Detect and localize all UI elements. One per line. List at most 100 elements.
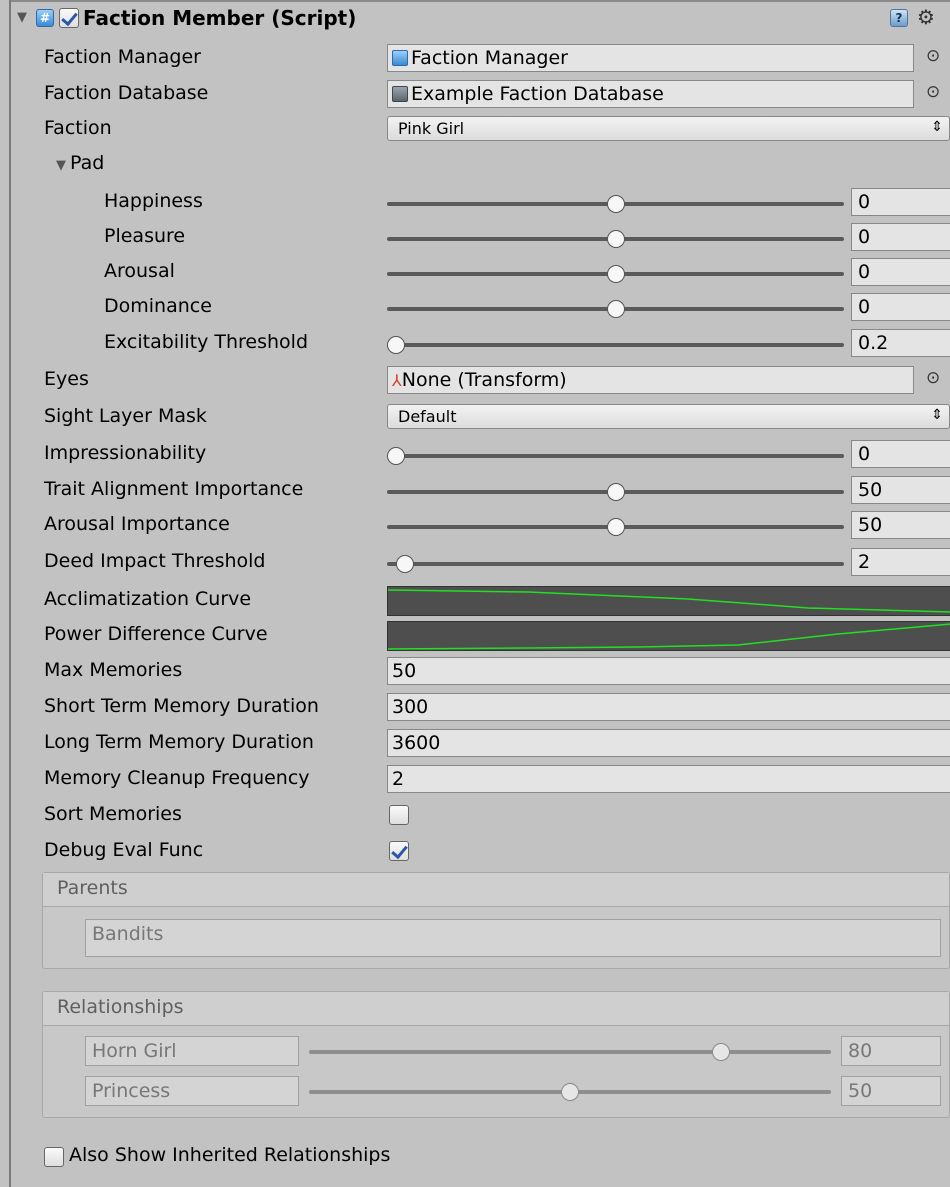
arousal-importance-value-field[interactable]: 50 — [851, 511, 950, 539]
component-title: Faction Member (Script) — [83, 6, 357, 30]
sort-memories-label: Sort Memories — [44, 803, 182, 825]
pad-foldout-label-wrap: ▼ Pad — [56, 152, 104, 174]
relationships-list: Relationships Horn Girl 80 Princess 50 — [42, 991, 950, 1118]
eyes-label: Eyes — [44, 368, 89, 390]
eyes-row: Eyes ⅄None (Transform) ⊙ — [11, 364, 950, 399]
dominance-slider-thumb[interactable] — [606, 300, 625, 318]
updown-arrow-icon: ⇕ — [931, 119, 943, 135]
deed-impact-threshold-slider-thumb[interactable] — [395, 555, 414, 573]
object-picker-icon[interactable]: ⊙ — [926, 46, 940, 66]
short-term-memory-duration-field[interactable]: 300 — [387, 693, 950, 721]
trait-alignment-importance-value-field[interactable]: 50 — [851, 476, 950, 504]
pleasure-value-field[interactable]: 0 — [851, 223, 950, 251]
power-difference-curve-label: Power Difference Curve — [44, 623, 268, 645]
arousal-importance-slider-thumb[interactable] — [606, 518, 625, 536]
faction-manager-value: Faction Manager — [411, 47, 568, 69]
max-memories-row: Max Memories 50 — [11, 655, 950, 690]
sort-memories-checkbox[interactable] — [389, 805, 409, 825]
relationship-value-princess[interactable]: 50 — [841, 1076, 941, 1106]
faction-manager-label: Faction Manager — [44, 46, 201, 68]
faction-dropdown[interactable]: Pink Girl ⇕ — [387, 116, 950, 141]
dominance-value-field[interactable]: 0 — [851, 293, 950, 321]
excitability-threshold-value-field[interactable]: 0.2 — [851, 329, 950, 357]
pleasure-row: Pleasure 0 — [11, 221, 950, 256]
eyes-field[interactable]: ⅄None (Transform) — [387, 366, 914, 394]
acclimatization-curve-graph — [388, 589, 950, 613]
debug-eval-func-checkbox[interactable] — [389, 841, 409, 861]
asset-icon — [392, 86, 408, 102]
debug-eval-func-row: Debug Eval Func — [11, 835, 950, 870]
excitability-threshold-slider-track[interactable] — [387, 343, 844, 347]
memory-cleanup-frequency-field[interactable]: 2 — [387, 765, 950, 793]
gear-icon[interactable]: ⚙ — [917, 5, 935, 29]
component-enabled-checkbox[interactable] — [59, 8, 79, 28]
relationship-name-princess[interactable]: Princess — [85, 1076, 299, 1106]
relationship-slider-thumb-horn-girl[interactable] — [712, 1043, 731, 1061]
deed-impact-threshold-value-field[interactable]: 2 — [851, 548, 950, 576]
long-term-memory-duration-field[interactable]: 3600 — [387, 729, 950, 757]
inspector-panel: ▼ # Faction Member (Script) ? ⚙ Faction … — [9, 0, 950, 1187]
pleasure-slider-thumb[interactable] — [606, 230, 625, 248]
relationship-slider-thumb-princess[interactable] — [561, 1083, 579, 1101]
also-show-inherited-checkbox[interactable] — [44, 1147, 64, 1167]
impressionability-slider-track[interactable] — [387, 454, 844, 458]
pleasure-label: Pleasure — [104, 225, 186, 247]
impressionability-slider-thumb[interactable] — [387, 447, 405, 465]
impressionability-row: Impressionability 0 — [11, 438, 950, 473]
relationship-name-horn-girl[interactable]: Horn Girl — [85, 1036, 299, 1066]
dominance-row: Dominance 0 — [11, 291, 950, 326]
max-memories-label: Max Memories — [44, 659, 183, 681]
relationship-value-horn-girl[interactable]: 80 — [841, 1036, 941, 1066]
triangle-down-icon[interactable]: ▼ — [17, 10, 27, 25]
sight-layer-mask-row: Sight Layer Mask Default ⇕ — [11, 401, 950, 436]
parent-item-bandits[interactable]: Bandits — [85, 919, 941, 957]
impressionability-value-field[interactable]: 0 — [851, 440, 950, 468]
updown-arrow-icon: ⇕ — [931, 407, 943, 423]
also-show-inherited-label: Also Show Inherited Relationships — [69, 1144, 391, 1166]
power-difference-curve-graph — [388, 623, 950, 650]
pad-foldout[interactable]: ▼ Pad — [11, 148, 950, 183]
impressionability-label: Impressionability — [44, 442, 207, 464]
excitability-threshold-slider-thumb[interactable] — [387, 336, 405, 354]
trait-alignment-importance-slider-thumb[interactable] — [606, 483, 625, 501]
power-difference-curve-field[interactable] — [387, 621, 950, 651]
acclimatization-curve-label: Acclimatization Curve — [44, 588, 252, 610]
sight-layer-mask-dropdown[interactable]: Default ⇕ — [387, 404, 950, 429]
object-picker-icon[interactable]: ⊙ — [926, 82, 940, 102]
faction-database-row: Faction Database Example Faction Databas… — [11, 78, 950, 113]
help-book-icon[interactable]: ? — [890, 9, 908, 27]
arousal-label: Arousal — [104, 260, 175, 282]
acclimatization-curve-row: Acclimatization Curve — [11, 584, 950, 619]
happiness-value-field[interactable]: 0 — [851, 188, 950, 216]
faction-database-field[interactable]: Example Faction Database — [387, 80, 914, 108]
parents-header: Parents — [43, 873, 949, 907]
dominance-label: Dominance — [104, 295, 212, 317]
memory-cleanup-frequency-label: Memory Cleanup Frequency — [44, 767, 310, 789]
deed-impact-threshold-row: Deed Impact Threshold 2 — [11, 546, 950, 581]
max-memories-field[interactable]: 50 — [387, 657, 950, 685]
happiness-slider-thumb[interactable] — [606, 195, 625, 213]
deed-impact-threshold-slider-track[interactable] — [387, 562, 844, 566]
faction-manager-field[interactable]: Faction Manager — [387, 44, 914, 72]
script-icon: # — [36, 9, 54, 27]
component-header[interactable]: ▼ # Faction Member (Script) ? ⚙ — [11, 0, 950, 35]
object-picker-icon[interactable]: ⊙ — [926, 368, 940, 388]
arousal-value-field[interactable]: 0 — [851, 258, 950, 286]
trait-alignment-importance-label: Trait Alignment Importance — [44, 478, 304, 500]
sight-layer-mask-label: Sight Layer Mask — [44, 405, 207, 427]
arousal-slider-thumb[interactable] — [606, 265, 625, 283]
debug-eval-func-label: Debug Eval Func — [44, 839, 204, 861]
pad-label: Pad — [70, 152, 105, 174]
long-term-memory-duration-row: Long Term Memory Duration 3600 — [11, 727, 950, 762]
faction-database-value: Example Faction Database — [411, 83, 664, 105]
sight-layer-mask-value: Default — [398, 407, 457, 426]
short-term-memory-duration-label: Short Term Memory Duration — [44, 695, 319, 717]
script-icon — [392, 50, 408, 66]
acclimatization-curve-field[interactable] — [387, 586, 950, 616]
relationship-slider-track-horn-girl[interactable] — [309, 1050, 831, 1054]
arousal-importance-row: Arousal Importance 50 — [11, 509, 950, 544]
triangle-down-icon[interactable]: ▼ — [56, 158, 66, 173]
happiness-label: Happiness — [104, 190, 203, 212]
trait-alignment-importance-row: Trait Alignment Importance 50 — [11, 474, 950, 509]
memory-cleanup-frequency-row: Memory Cleanup Frequency 2 — [11, 763, 950, 798]
